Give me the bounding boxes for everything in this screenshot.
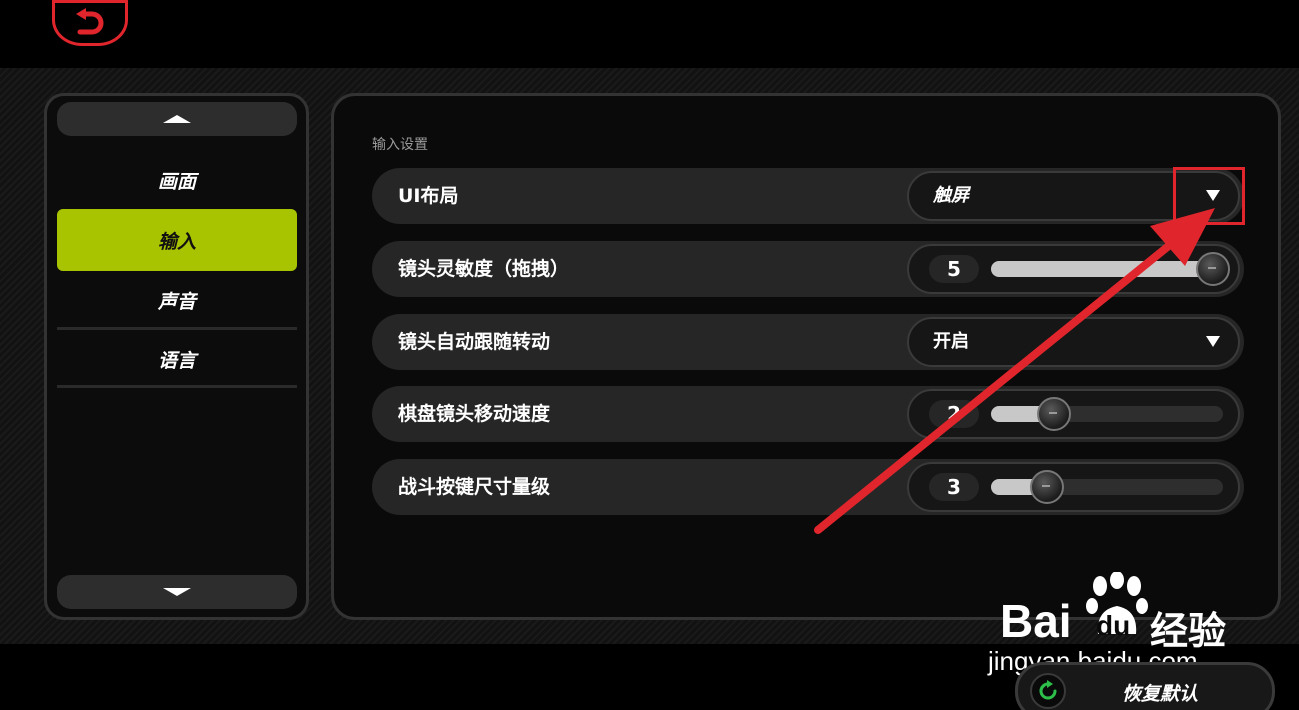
slider-track[interactable] [991,470,1223,504]
slider-value: 5 [929,255,979,283]
sidebar-scroll-down-button[interactable] [57,575,297,609]
slider-thumb[interactable] [1036,397,1071,431]
back-button[interactable] [52,0,128,46]
setting-row-board-camera-speed: 棋盘镜头移动速度 2 [372,386,1244,442]
sidebar-item-input[interactable]: 输入 [57,209,297,271]
setting-row-ui-layout: UI布局 触屏 [372,168,1244,224]
camera-auto-follow-dropdown[interactable]: 开启 [907,317,1240,367]
setting-label: 战斗按键尺寸量级 [398,476,551,498]
caret-down-icon [1206,336,1220,347]
slider-thumb[interactable] [1029,470,1064,504]
sidebar-item-language[interactable]: 语言 [57,330,297,388]
slider-fill [991,261,1223,277]
slider-value: 3 [929,473,979,501]
board-camera-speed-slider[interactable]: 2 [907,389,1240,439]
section-title: 输入设置 [372,137,428,153]
sidebar-divider [57,385,297,388]
setting-label: 棋盘镜头移动速度 [398,403,551,425]
dropdown-value: 开启 [933,331,969,352]
back-arrow-icon [76,8,104,35]
slider-value: 2 [929,400,979,428]
annotation-highlight-box [1173,167,1245,225]
camera-sensitivity-slider[interactable]: 5 [907,244,1240,294]
setting-row-camera-sensitivity: 镜头灵敏度（拖拽） 5 [372,241,1244,297]
triangle-up-icon [163,115,191,123]
sidebar-item-label: 画面 [157,170,196,193]
sidebar-item-sound[interactable]: 声音 [57,271,297,329]
dropdown-value: 触屏 [933,185,969,206]
battle-button-size-slider[interactable]: 3 [907,462,1240,512]
top-bar [0,0,1299,68]
setting-label: 镜头灵敏度（拖拽） [398,258,570,280]
sidebar-item-label: 输入 [157,230,196,253]
setting-label: 镜头自动跟随转动 [398,331,551,353]
reset-defaults-label: 恢复默认 [1122,683,1199,705]
input-settings-panel: 输入设置 UI布局 触屏 镜头灵敏度（拖拽） 5 镜头自动跟随转动 开启 棋盘镜… [331,93,1281,620]
setting-row-battle-button-size: 战斗按键尺寸量级 3 [372,459,1244,515]
sidebar-item-label: 声音 [157,290,196,313]
sidebar-item-label: 语言 [157,349,196,372]
settings-sidebar: 画面 输入 声音 语言 [44,93,309,620]
settings-content: 画面 输入 声音 语言 输入设置 UI布局 触屏 镜头灵敏度（拖拽） 5 镜头自… [0,68,1299,644]
slider-track[interactable] [991,252,1230,286]
setting-row-camera-auto-follow: 镜头自动跟随转动 开启 [372,314,1244,370]
triangle-down-icon [163,588,191,596]
reset-defaults-button[interactable]: 恢复默认 [1015,662,1275,710]
sidebar-scroll-up-button[interactable] [57,102,297,136]
sidebar-item-display[interactable]: 画面 [57,151,297,209]
slider-thumb[interactable] [1196,252,1230,286]
refresh-icon [1030,673,1066,709]
slider-track[interactable] [991,397,1223,431]
setting-label: UI布局 [398,185,459,207]
